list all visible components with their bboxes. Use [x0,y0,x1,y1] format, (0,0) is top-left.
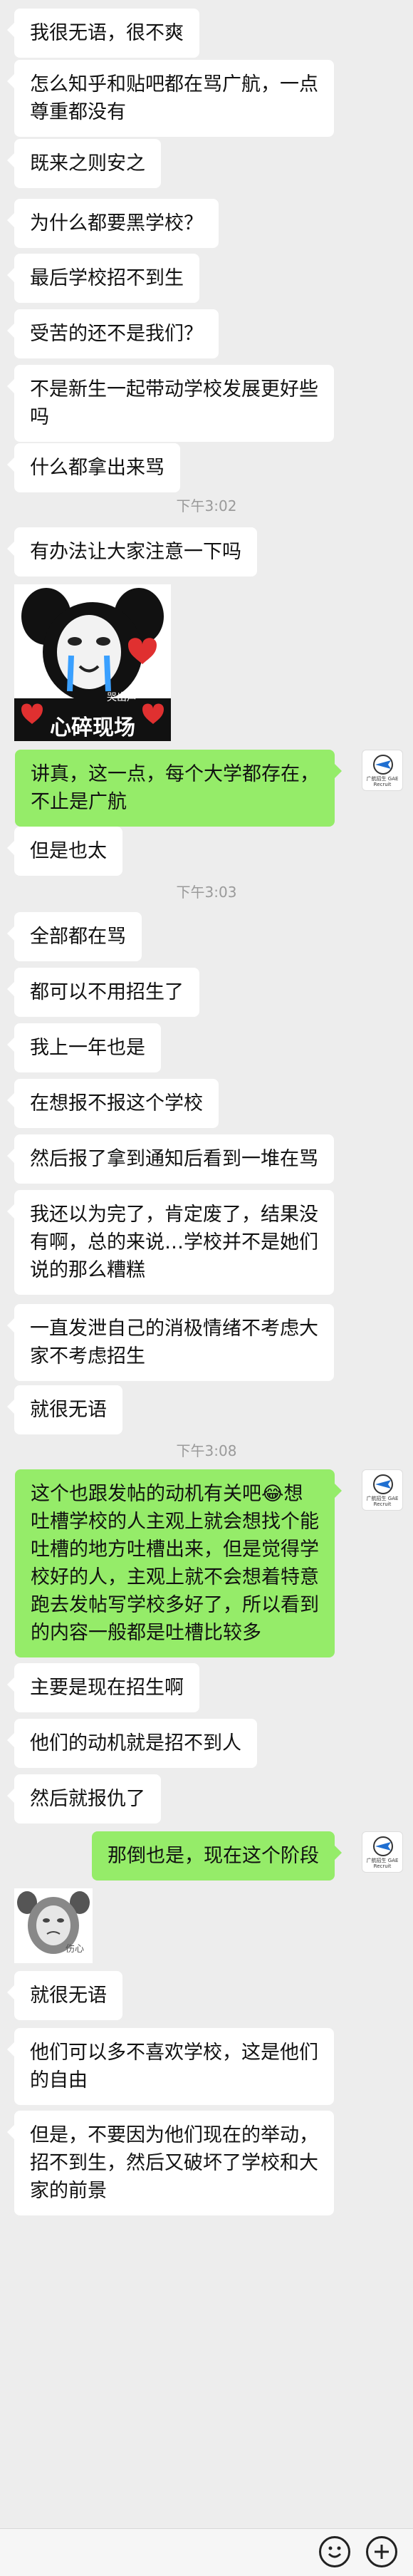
message-text: 这个也跟发帖的动机有关吧😂想 吐槽学校的人主观上就会想找个能 吐槽的地方吐槽出来… [15,1469,342,1657]
airplane-logo-icon [373,1474,393,1494]
message-incoming[interactable]: 主要是现在招生啊 [7,1663,199,1712]
message-text: 怎么知乎和贴吧都在骂广航，一点 尊重都没有 [7,60,334,137]
message-incoming[interactable]: 受苦的还不是我们？ [7,309,219,358]
message-incoming[interactable]: 就很无语 [7,1385,122,1434]
message-text: 就很无语 [7,1385,122,1434]
my-avatar[interactable]: 广航招生 GAE Recruit [362,750,403,791]
message-incoming[interactable]: 然后就报仇了 [7,1774,161,1824]
emoji-icon[interactable] [319,2536,350,2567]
message-incoming[interactable]: 一直发泄自己的消极情绪不考虑大 家不考虑招生 [7,1304,334,1381]
avatar-caption: 广航招生 GAE Recruit [366,1858,399,1869]
my-avatar[interactable]: 广航招生 GAE Recruit [362,1831,403,1873]
message-text: 受苦的还不是我们？ [7,309,219,358]
message-text: 那倒也是，现在这个阶段 [92,1831,342,1881]
message-text: 然后报了拿到通知后看到一堆在骂 [7,1134,334,1184]
message-text: 一直发泄自己的消极情绪不考虑大 家不考虑招生 [7,1304,334,1381]
chat-input-bar [0,2528,413,2576]
message-incoming[interactable]: 我还以为完了，肯定废了，结果没 有啊，总的来说…学校并不是她们 说的那么糟糕 [7,1190,334,1295]
message-incoming[interactable]: 我很无语，很不爽 [7,9,199,58]
message-text: 我还以为完了，肯定废了，结果没 有啊，总的来说…学校并不是她们 说的那么糟糕 [7,1190,334,1295]
message-text: 就很无语 [7,1971,122,2020]
message-incoming[interactable]: 什么都拿出来骂 [7,443,180,492]
message-text: 主要是现在招生啊 [7,1663,199,1712]
message-text: 全部都在骂 [7,912,142,961]
avatar-caption: 广航招生 GAE Recruit [366,776,399,787]
message-text: 什么都拿出来骂 [7,443,180,492]
message-text: 最后学校招不到生 [7,254,199,303]
message-incoming[interactable]: 不是新生一起带动学校发展更好些 吗 [7,365,334,442]
message-incoming[interactable]: 怎么知乎和贴吧都在骂广航，一点 尊重都没有 [7,60,334,137]
message-text: 但是，不要因为他们现在的举动， 招不到生，然后又破坏了学校和大 家的前景 [7,2111,334,2215]
message-incoming[interactable]: 全部都在骂 [7,912,142,961]
plus-icon[interactable] [366,2536,397,2567]
message-text: 都可以不用招生了 [7,968,199,1017]
message-incoming[interactable]: 但是，不要因为他们现在的举动， 招不到生，然后又破坏了学校和大 家的前景 [7,2111,334,2215]
heartbreak-sticker[interactable]: 哭出声 心碎现场 [14,584,171,741]
message-text: 有办法让大家注意一下吗 [7,527,257,576]
avatar-caption: 广航招生 GAE Recruit [366,1496,399,1507]
timestamp: 下午3:08 [176,1442,237,1459]
message-text: 讲真，这一点，每个大学都存在， 不止是广航 [15,750,342,827]
message-incoming[interactable]: 为什么都要黑学校？ [7,199,219,248]
sticker-small-caption: 哭出声 [107,692,137,703]
message-text: 既来之则安之 [7,139,161,188]
message-text: 我上一年也是 [7,1023,161,1072]
message-text: 不是新生一起带动学校发展更好些 吗 [7,365,334,442]
sad-face-sticker[interactable]: 伤心 [14,1888,93,1963]
timestamp: 下午3:03 [176,884,237,901]
message-incoming[interactable]: 我上一年也是 [7,1023,161,1072]
message-incoming[interactable]: 在想报不报这个学校 [7,1079,219,1128]
message-text: 他们可以多不喜欢学校，这是他们 的自由 [7,2028,334,2105]
message-text: 他们的动机就是招不到人 [7,1719,257,1768]
message-incoming[interactable]: 有办法让大家注意一下吗 [7,527,257,576]
message-incoming[interactable]: 他们的动机就是招不到人 [7,1719,257,1768]
message-text: 然后就报仇了 [7,1774,161,1824]
message-incoming[interactable]: 他们可以多不喜欢学校，这是他们 的自由 [7,2028,334,2105]
message-text: 在想报不报这个学校 [7,1079,219,1128]
sticker-small-caption: 伤心 [66,1944,85,1955]
message-outgoing[interactable]: 讲真，这一点，每个大学都存在， 不止是广航 [15,750,342,827]
my-avatar[interactable]: 广航招生 GAE Recruit [362,1469,403,1511]
message-outgoing[interactable]: 那倒也是，现在这个阶段 [92,1831,342,1881]
message-text: 我很无语，很不爽 [7,9,199,58]
message-incoming[interactable]: 都可以不用招生了 [7,968,199,1017]
message-text: 为什么都要黑学校？ [7,199,219,248]
airplane-logo-icon [373,755,393,775]
message-incoming[interactable]: 然后报了拿到通知后看到一堆在骂 [7,1134,334,1184]
airplane-logo-icon [373,1836,393,1856]
message-incoming[interactable]: 但是也太 [7,827,122,876]
message-incoming[interactable]: 就很无语 [7,1971,122,2020]
timestamp: 下午3:02 [176,497,237,514]
message-text: 但是也太 [7,827,122,876]
sticker-caption: 心碎现场 [50,715,135,740]
message-incoming[interactable]: 最后学校招不到生 [7,254,199,303]
message-incoming[interactable]: 既来之则安之 [7,139,161,188]
message-outgoing[interactable]: 这个也跟发帖的动机有关吧😂想 吐槽学校的人主观上就会想找个能 吐槽的地方吐槽出来… [15,1469,342,1657]
